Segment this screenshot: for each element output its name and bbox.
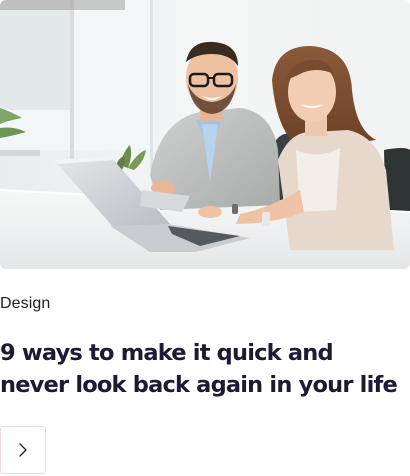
read-more-button[interactable] xyxy=(0,426,46,474)
article-category: Design xyxy=(0,295,51,312)
article-image[interactable] xyxy=(0,0,410,269)
article-card: Design 9 ways to make it quick and never… xyxy=(0,0,410,476)
office-photo xyxy=(0,0,410,269)
chevron-right-icon xyxy=(17,442,29,458)
article-title[interactable]: 9 ways to make it quick and never look b… xyxy=(0,337,405,401)
